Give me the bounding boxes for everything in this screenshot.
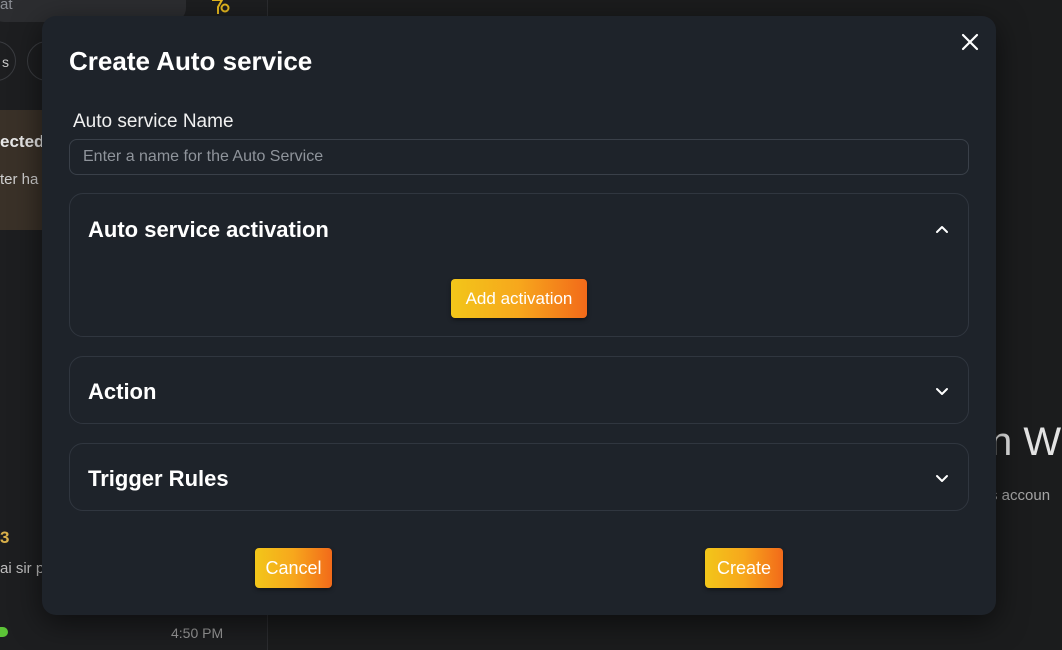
auto-service-name-input[interactable]	[69, 139, 969, 175]
cancel-button[interactable]: Cancel	[255, 548, 332, 588]
chat-item-preview: ai sir p	[0, 560, 45, 577]
add-activation-button[interactable]: Add activation	[451, 279, 587, 318]
chat-item-time: 4:50 PM	[171, 625, 224, 641]
chevron-down-icon[interactable]	[934, 470, 950, 486]
online-status-dot	[0, 627, 8, 637]
create-auto-service-dialog: Create Auto service Auto service Name Au…	[42, 16, 996, 615]
activation-section: Auto service activation Add activation	[69, 193, 969, 337]
chevron-down-icon[interactable]	[934, 383, 950, 399]
dialog-title: Create Auto service	[69, 46, 313, 76]
close-icon[interactable]	[958, 30, 982, 54]
welcome-heading: n W	[990, 420, 1062, 464]
chat-card-title: ected	[0, 132, 45, 151]
create-button[interactable]: Create	[705, 548, 783, 588]
action-section-title[interactable]: Action	[88, 379, 156, 405]
welcome-subtext: s accoun	[990, 487, 1051, 504]
trigger-rules-section[interactable]: Trigger Rules	[69, 443, 969, 511]
trigger-rules-section-title[interactable]: Trigger Rules	[88, 466, 229, 492]
chevron-up-icon[interactable]	[934, 221, 950, 237]
auto-service-name-label: Auto service Name	[73, 111, 234, 132]
filter-chip[interactable]: s	[0, 41, 16, 81]
chat-item-badge: 3	[0, 528, 10, 547]
action-section[interactable]: Action	[69, 356, 969, 424]
chat-card-subtitle: ter ha	[0, 171, 39, 188]
activation-section-title[interactable]: Auto service activation	[88, 217, 329, 243]
